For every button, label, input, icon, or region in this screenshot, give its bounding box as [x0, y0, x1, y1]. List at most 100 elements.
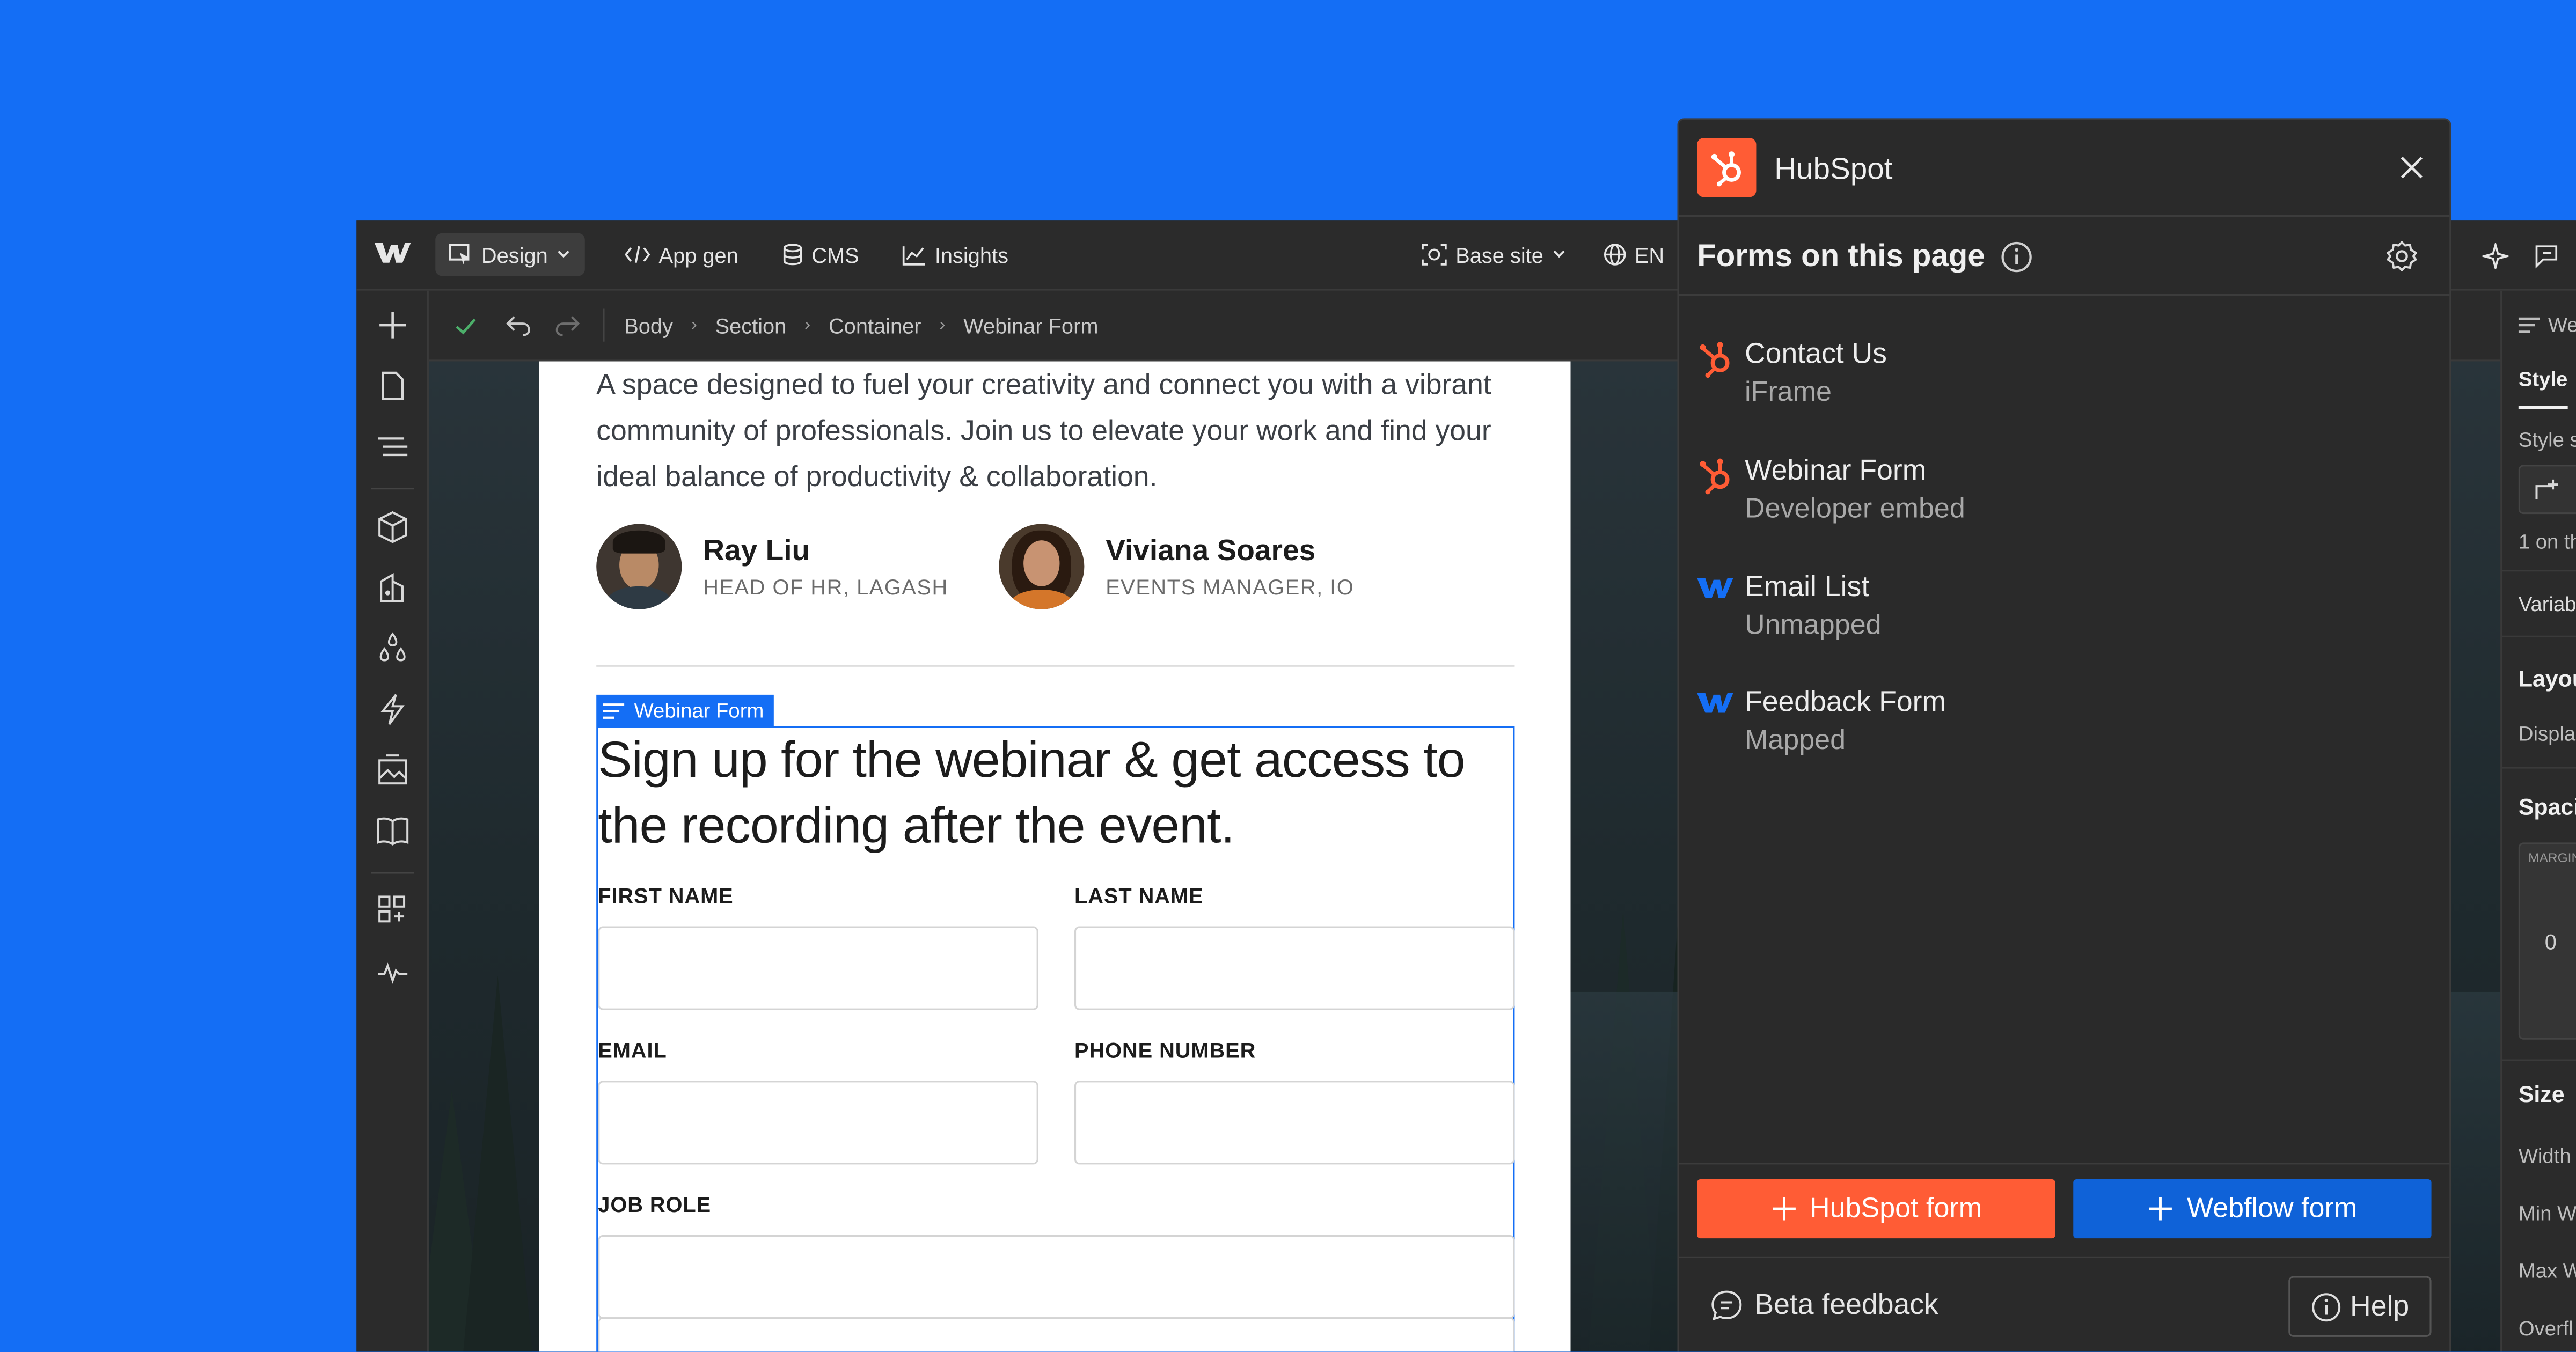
interactions-bolt-icon[interactable] [376, 693, 409, 726]
first-name-label: FIRST NAME [598, 883, 734, 908]
style-manager-icon[interactable] [376, 571, 409, 604]
code-icon [625, 246, 650, 263]
cms-button[interactable]: CMS [769, 233, 873, 276]
selected-element-label: Webinar Form [634, 699, 764, 722]
add-webflow-form-button[interactable]: Webflow form [2073, 1179, 2432, 1239]
left-tool-bar [356, 290, 429, 1352]
add-hubspot-form-button[interactable]: HubSpot form [1697, 1179, 2055, 1239]
form-name: Webinar Form [1744, 453, 1927, 487]
style-tab[interactable]: Style [2519, 368, 2568, 391]
first-name-field[interactable] [598, 926, 1038, 1010]
margin-value[interactable]: 0 [2545, 930, 2557, 954]
comment-flag-icon[interactable] [2533, 243, 2559, 269]
divider [371, 488, 414, 490]
gear-icon[interactable] [2385, 240, 2418, 273]
size-section[interactable]: Size [2519, 1081, 2565, 1107]
width-label: Width [2518, 1144, 2571, 1168]
background-tree [462, 975, 534, 1352]
hubspot-logo-icon [1697, 138, 1757, 197]
webflow-logo-icon [1697, 693, 1733, 713]
globe-icon [1604, 244, 1626, 266]
webflow-logo-icon[interactable] [374, 241, 411, 264]
webflow-logo-icon [1697, 578, 1733, 598]
class-usage-text: 1 on th [2518, 530, 2576, 554]
audit-pulse-icon[interactable] [376, 956, 409, 989]
speaker-role: EVENTS MANAGER, IO [1106, 575, 1355, 600]
help-button[interactable]: Help [2288, 1276, 2432, 1337]
book-icon[interactable] [376, 814, 409, 847]
hubspot-sprocket-icon [1700, 342, 1730, 378]
webinar-form-block[interactable]: Sign up for the webinar & get access to … [596, 726, 1515, 1352]
chat-bubble-icon [1711, 1290, 1742, 1320]
forms-section-header: Forms on this page [1679, 217, 2450, 296]
last-name-field[interactable] [1074, 926, 1515, 1010]
last-name-label: LAST NAME [1074, 883, 1204, 908]
add-icon[interactable] [376, 309, 409, 342]
undo-icon[interactable] [506, 314, 531, 336]
email-field[interactable] [598, 1081, 1038, 1165]
breadcrumb-webinar-form[interactable]: Webinar Form [963, 313, 1098, 337]
base-site-selector[interactable]: Base site [1408, 233, 1581, 276]
plus-icon [2149, 1197, 2172, 1221]
divider [371, 872, 414, 874]
design-mode-button[interactable]: Design [435, 233, 586, 276]
speaker-name: Viviana Soares [1106, 533, 1316, 567]
element-name: We [2548, 313, 2576, 337]
layout-section[interactable]: Layou [2519, 665, 2576, 692]
form-name: Contact Us [1744, 336, 1887, 370]
margin-label: MARGIN [2528, 850, 2576, 866]
chevron-down-icon [1554, 250, 1566, 258]
display-label: Displa [2518, 722, 2576, 746]
navigator-icon[interactable] [376, 430, 409, 463]
panel-header: HubSpot [1679, 120, 2450, 217]
apps-grid-icon[interactable] [376, 893, 409, 926]
hubspot-app-panel: HubSpot Forms on this page Contact Us iF… [1677, 118, 2451, 1352]
style-selector-box[interactable] [2518, 465, 2576, 515]
speaker-card: Ray Liu HEAD OF HR, LAGASH [596, 524, 948, 609]
assets-image-icon[interactable] [376, 754, 409, 787]
job-role-field[interactable] [598, 1235, 1515, 1319]
form-element-icon [2518, 317, 2540, 333]
spacing-section[interactable]: Spaci [2519, 793, 2576, 820]
form-element-icon [603, 702, 625, 718]
components-cube-icon[interactable] [376, 511, 409, 543]
language-selector[interactable]: EN [1590, 233, 1677, 276]
sparkle-icon[interactable] [2482, 243, 2509, 270]
info-icon [2311, 1292, 2340, 1321]
selected-element-tag[interactable]: Webinar Form [596, 694, 774, 726]
insights-button[interactable]: Insights [889, 233, 1021, 276]
intro-paragraph: A space designed to fuel your creativity… [596, 368, 1491, 493]
page-content[interactable]: A space designed to fuel your creativity… [539, 361, 1571, 1352]
divider [2502, 635, 2576, 637]
add-hubspot-form-label: HubSpot form [1810, 1192, 1982, 1224]
add-form-actions: HubSpot form Webflow form [1679, 1163, 2450, 1258]
forms-section-title: Forms on this page [1697, 239, 1985, 275]
form-title: Sign up for the webinar & get access to … [598, 731, 1465, 854]
max-width-label: Max W [2518, 1259, 2576, 1283]
close-icon[interactable] [2398, 155, 2425, 181]
form-mapping-status: Unmapped [1744, 609, 1882, 641]
next-field[interactable] [598, 1317, 1515, 1352]
avatar [999, 524, 1085, 609]
cms-label: CMS [811, 242, 859, 267]
info-icon[interactable] [2001, 241, 2032, 273]
beta-feedback-link[interactable]: Beta feedback [1710, 1288, 1938, 1322]
divider [596, 665, 1515, 667]
min-width-label: Min W [2518, 1202, 2576, 1225]
breadcrumb-body[interactable]: Body [624, 313, 673, 337]
variables-drops-icon[interactable] [376, 632, 409, 665]
active-tab-indicator [2518, 406, 2568, 409]
form-name: Email List [1744, 570, 1870, 603]
margin-box[interactable]: MARGIN 0 [2518, 842, 2576, 1040]
phone-field[interactable] [1074, 1081, 1515, 1165]
beta-feedback-label: Beta feedback [1754, 1287, 1938, 1321]
redo-icon[interactable] [555, 314, 580, 336]
app-gen-button[interactable]: App gen [611, 233, 752, 276]
speaker-card: Viviana Soares EVENTS MANAGER, IO [999, 524, 1354, 609]
database-icon [783, 244, 802, 266]
page-icon[interactable] [376, 370, 409, 402]
variables-section[interactable]: Variab [2519, 593, 2576, 616]
overflow-label: Overfl [2518, 1317, 2573, 1340]
breadcrumb-section[interactable]: Section [715, 313, 787, 337]
breadcrumb-container[interactable]: Container [829, 313, 921, 337]
